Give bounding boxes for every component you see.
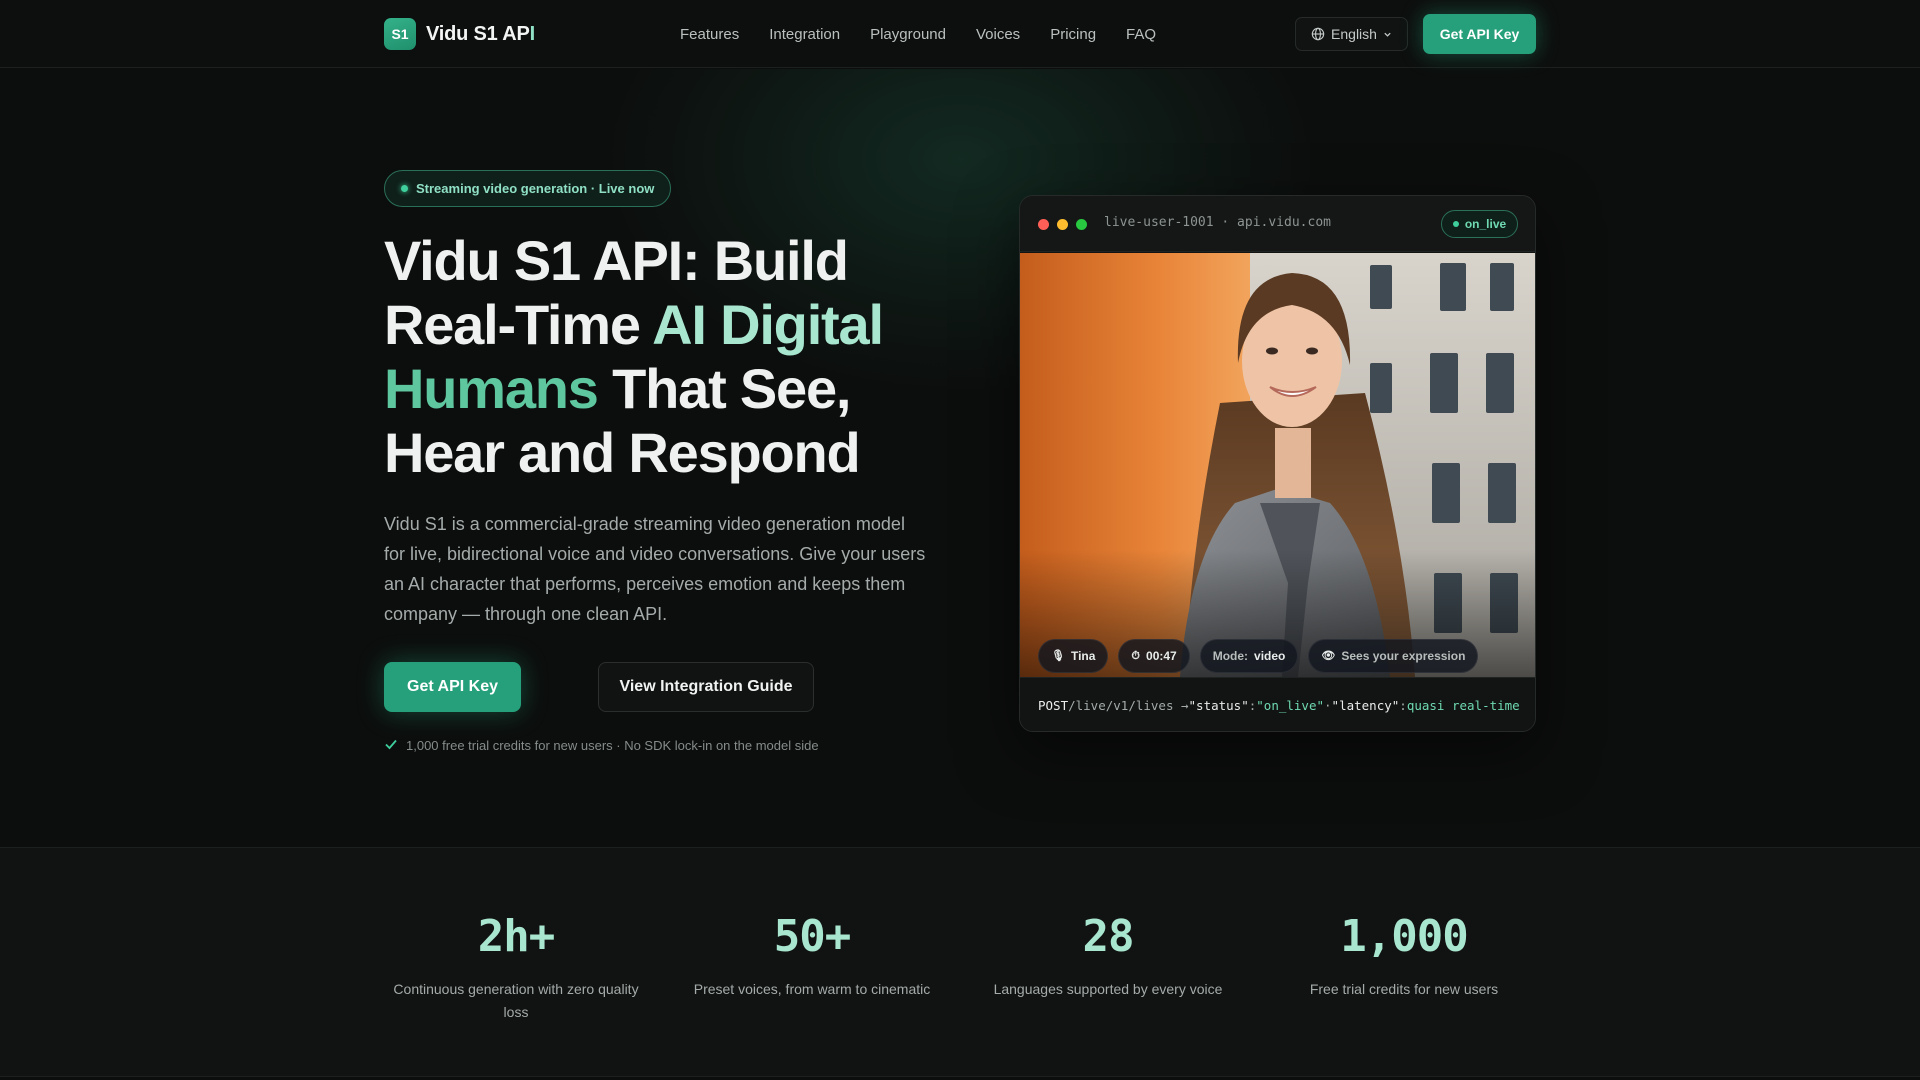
view-integration-guide-button[interactable]: View Integration Guide	[598, 662, 814, 712]
headline-line-3-b: That See,	[597, 357, 851, 420]
digital-human-portrait	[1020, 253, 1535, 677]
api-request-line: POST /live/v1/lives → "status": "on_live…	[1020, 677, 1535, 731]
code-method: POST	[1038, 698, 1069, 713]
status-pill: Streaming video generation · Live now	[384, 170, 672, 207]
stat-value: 2h+	[477, 911, 555, 962]
brand-logo: S1	[384, 18, 416, 50]
mode-chip: Mode: video	[1199, 639, 1299, 673]
mode-value: video	[1254, 649, 1286, 663]
voice-chip: 🎙 Tina	[1038, 639, 1109, 673]
on-live-badge: on_live	[1441, 210, 1518, 238]
stat-value: 1,000	[1340, 911, 1468, 962]
code-path: /live/v1/lives →	[1068, 698, 1189, 713]
stats-section: 2h+ Continuous generation with zero qual…	[0, 847, 1920, 1077]
headline-line-1: Vidu S1 API: Build	[384, 229, 849, 292]
headline-highlight-ai-digital: AI Digital	[652, 293, 884, 356]
headline-line-4: Hear and Respond	[384, 421, 861, 484]
language-selector[interactable]: English	[1295, 17, 1408, 51]
window-minimize-dot-icon	[1057, 219, 1068, 230]
brand[interactable]: S1 Vidu S1 API	[384, 18, 535, 50]
mode-label: Mode:	[1212, 649, 1249, 663]
get-api-key-button[interactable]: Get API Key	[384, 662, 521, 712]
timer-value: 00:47	[1146, 649, 1177, 663]
headline-line-2: Real-Time AI Digital	[384, 293, 944, 357]
eye-icon: 👁	[1321, 649, 1336, 662]
card-titlebar: live-user-1001 · api.vidu.com on_live	[1020, 196, 1535, 252]
status-pill-label: Streaming video generation · Live now	[416, 181, 655, 196]
microphone-icon: 🎙	[1051, 649, 1065, 662]
stat-label: Continuous generation with zero quality …	[393, 981, 639, 1020]
stat-value: 50+	[773, 911, 851, 962]
voice-name: Tina	[1070, 649, 1096, 663]
headline-line-2-a: Real-Time	[384, 293, 653, 356]
brand-name-main: Vidu S1 AP	[426, 22, 530, 45]
window-maximize-dot-icon	[1076, 219, 1087, 230]
code-key-status: "status"	[1188, 698, 1249, 713]
code-sep-3: :	[1399, 698, 1407, 713]
stat-label: Free trial credits for new users	[1309, 981, 1499, 997]
nav-link-playground[interactable]: Playground	[870, 26, 946, 43]
nav-link-pricing[interactable]: Pricing	[1050, 26, 1096, 43]
trial-note-text: 1,000 free trial credits for new users ·…	[406, 737, 819, 753]
perception-chip: 👁 Sees your expression	[1308, 639, 1479, 673]
timer-chip: ⏱ 00:47	[1118, 639, 1190, 673]
on-live-badge-label: on_live	[1464, 217, 1507, 231]
chevron-down-icon	[1383, 30, 1392, 39]
stat-value: 28	[1082, 911, 1135, 962]
live-video-frame: 🎙 Tina ⏱ 00:47 Mode: video 👁 Sees your e…	[1020, 253, 1535, 677]
session-chips: 🎙 Tina ⏱ 00:47 Mode: video 👁 Sees your e…	[1038, 639, 1479, 673]
headline-line-3: Humans That See,	[384, 357, 944, 421]
code-key-latency: "latency"	[1331, 698, 1400, 713]
brand-name-accent: I	[529, 22, 536, 45]
code-sep-1: :	[1248, 698, 1257, 713]
nav-links: Features Integration Playground Voices P…	[680, 0, 1156, 68]
window-close-dot-icon	[1038, 219, 1049, 230]
live-dot-icon	[401, 185, 408, 192]
language-label: English	[1331, 26, 1377, 42]
globe-icon	[1311, 27, 1325, 41]
live-session-card: live-user-1001 · api.vidu.com on_live 🎙 …	[1019, 195, 1536, 732]
nav-link-integration[interactable]: Integration	[769, 26, 840, 43]
hero-description: Vidu S1 is a commercial-grade streaming …	[384, 514, 926, 624]
nav-link-features[interactable]: Features	[680, 26, 739, 43]
hero-headline: Vidu S1 API: Build Real-Time AI Digital …	[384, 229, 944, 485]
headline-highlight-humans: Humans	[384, 357, 599, 420]
check-icon	[384, 737, 398, 754]
code-value-status: "on_live"	[1256, 698, 1325, 713]
live-status-dot-icon	[1452, 221, 1459, 227]
code-value-latency: quasi real-time	[1406, 698, 1520, 713]
code-sep-2: ·	[1324, 698, 1332, 713]
perception-label: Sees your expression	[1341, 649, 1466, 663]
card-host: live-user-1001 · api.vidu.com	[1104, 215, 1331, 230]
top-navbar: S1 Vidu S1 API Features Integration Play…	[0, 0, 1920, 68]
nav-get-api-key-button[interactable]: Get API Key	[1423, 14, 1536, 54]
trial-note: 1,000 free trial credits for new users ·…	[384, 735, 819, 755]
nav-link-faq[interactable]: FAQ	[1126, 26, 1156, 43]
hero-section: Streaming video generation · Live now Vi…	[0, 69, 1920, 847]
brand-name: Vidu S1 API	[426, 23, 535, 46]
stat-label: Preset voices, from warm to cinematic	[693, 981, 931, 997]
nav-link-voices[interactable]: Voices	[976, 26, 1020, 43]
stat-label: Languages supported by every voice	[993, 981, 1223, 997]
stopwatch-icon: ⏱	[1131, 649, 1141, 662]
